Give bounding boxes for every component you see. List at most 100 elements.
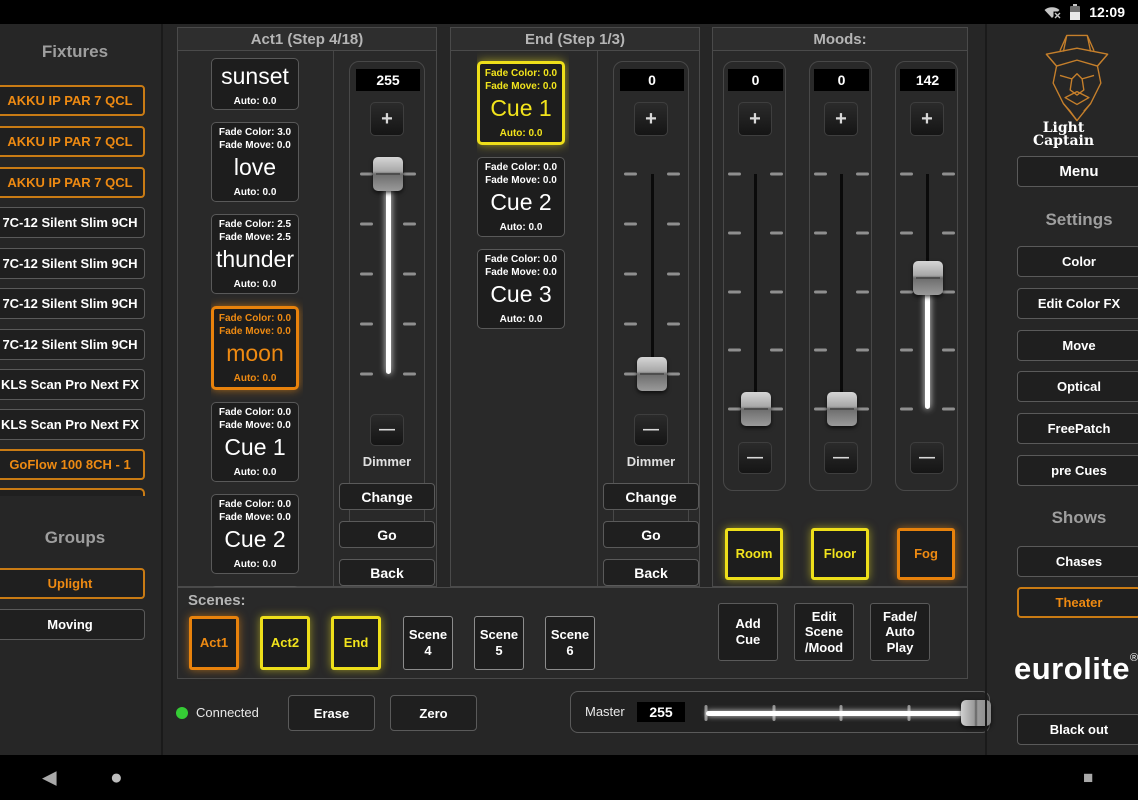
fader-value: 142	[900, 69, 955, 91]
settings-button-pre-cues[interactable]: pre Cues	[1017, 455, 1138, 486]
fixture-button-7c12-3[interactable]: 7C-12 Silent Slim 9CH	[0, 288, 145, 319]
home-icon[interactable]: ●	[110, 766, 123, 790]
cue-name: moon	[226, 341, 284, 366]
fixture-button-7c12-2[interactable]: 7C-12 Silent Slim 9CH	[0, 248, 145, 279]
mood-fader-1: 0 + —	[723, 61, 786, 491]
scenes-panel: Scenes: Act1 Act2 End Scene 4 Scene 5 Sc…	[177, 587, 968, 679]
fixture-button-kls-2[interactable]: KLS Scan Pro Next FX	[0, 409, 145, 440]
moods-panel-title: Moods:	[713, 28, 967, 51]
settings-button-optical[interactable]: Optical	[1017, 371, 1138, 402]
cue-3-end[interactable]: Fade Color: 0.0 Fade Move: 0.0 Cue 3 Aut…	[477, 249, 565, 329]
fader-minus-button[interactable]: —	[634, 414, 668, 446]
fader-plus-button[interactable]: +	[370, 102, 404, 136]
shows-heading: Shows	[1017, 508, 1138, 528]
fader-slider[interactable]	[360, 174, 416, 374]
connection-status-dot	[176, 707, 188, 719]
cue-sunset[interactable]: sunset Auto: 0.0	[211, 58, 299, 110]
fader-minus-button[interactable]: —	[738, 442, 772, 474]
fixture-button-goflow[interactable]: GoFlow 100 8CH - 1	[0, 449, 145, 480]
fader-minus-button[interactable]: —	[910, 442, 944, 474]
master-slider[interactable]	[706, 692, 976, 734]
clock: 12:09	[1089, 4, 1125, 20]
fader-plus-button[interactable]: +	[738, 102, 772, 136]
cue-1-act1[interactable]: Fade Color: 0.0 Fade Move: 0.0 Cue 1 Aut…	[211, 402, 299, 482]
fixture-button-kls-1[interactable]: KLS Scan Pro Next FX	[0, 369, 145, 400]
blackout-button[interactable]: Black out	[1017, 714, 1138, 745]
settings-button-move[interactable]: Move	[1017, 330, 1138, 361]
scene-button-6[interactable]: Scene 6	[545, 616, 595, 670]
cue-2-end[interactable]: Fade Color: 0.0 Fade Move: 0.0 Cue 2 Aut…	[477, 157, 565, 237]
cue-name: sunset	[221, 64, 289, 89]
group-button-moving[interactable]: Moving	[0, 609, 145, 640]
cue-thunder[interactable]: Fade Color: 2.5 Fade Move: 2.5 thunder A…	[211, 214, 299, 294]
mood-button-room[interactable]: Room	[725, 528, 783, 580]
cue-name: Cue 1	[224, 435, 285, 460]
fixture-button-7c12-4[interactable]: 7C-12 Silent Slim 9CH	[0, 329, 145, 360]
scenes-heading: Scenes:	[188, 592, 246, 609]
recents-icon[interactable]: ■	[1083, 768, 1093, 788]
fixture-button-akku-1[interactable]: AKKU IP PAR 7 QCL	[0, 85, 145, 116]
settings-button-color[interactable]: Color	[1017, 246, 1138, 277]
settings-heading: Settings	[1017, 210, 1138, 230]
end-go-button[interactable]: Go	[603, 521, 699, 548]
fader-value: 0	[814, 69, 869, 91]
master-fader: Master 255	[570, 691, 990, 733]
menu-button[interactable]: Menu	[1017, 156, 1138, 187]
end-back-button[interactable]: Back	[603, 559, 699, 586]
edit-scene-mood-button[interactable]: Edit Scene /Mood	[794, 603, 854, 661]
mood-button-fog[interactable]: Fog	[897, 528, 955, 580]
shows-button-theater[interactable]: Theater	[1017, 587, 1138, 618]
add-cue-button[interactable]: Add Cue	[718, 603, 778, 661]
act1-cue-list: sunset Auto: 0.0 Fade Color: 3.0 Fade Mo…	[211, 51, 303, 587]
mood-fader-2: 0 + —	[809, 61, 872, 491]
fixture-button-7c12-1[interactable]: 7C-12 Silent Slim 9CH	[0, 207, 145, 238]
erase-button[interactable]: Erase	[288, 695, 375, 731]
fader-plus-button[interactable]: +	[824, 102, 858, 136]
fixture-button-akku-2[interactable]: AKKU IP PAR 7 QCL	[0, 126, 145, 157]
end-dimmer-fader: 0 + — Dimmer	[613, 61, 689, 533]
fader-slider[interactable]	[900, 174, 955, 409]
settings-button-edit-color-fx[interactable]: Edit Color FX	[1017, 288, 1138, 319]
act1-panel: Act1 (Step 4/18) sunset Auto: 0.0 Fade C…	[177, 27, 437, 587]
scene-button-5[interactable]: Scene 5	[474, 616, 524, 670]
master-label: Master	[585, 704, 625, 719]
cue-name: Cue 1	[490, 96, 551, 121]
fader-slider[interactable]	[814, 174, 869, 409]
cue-name: Cue 2	[224, 527, 285, 552]
fader-value: 0	[620, 69, 684, 91]
fader-plus-button[interactable]: +	[910, 102, 944, 136]
act1-back-button[interactable]: Back	[339, 559, 435, 586]
scene-button-end[interactable]: End	[331, 616, 381, 670]
scene-button-act1[interactable]: Act1	[189, 616, 239, 670]
fixture-button-akku-3[interactable]: AKKU IP PAR 7 QCL	[0, 167, 145, 198]
act1-dimmer-fader: 255 + — Dimmer	[349, 61, 425, 533]
scene-button-act2[interactable]: Act2	[260, 616, 310, 670]
act1-go-button[interactable]: Go	[339, 521, 435, 548]
cue-name: Cue 3	[490, 282, 551, 307]
group-button-uplight[interactable]: Uplight	[0, 568, 145, 599]
fade-auto-play-button[interactable]: Fade/ Auto Play	[870, 603, 930, 661]
cue-name: Cue 2	[490, 190, 551, 215]
fader-minus-button[interactable]: —	[370, 414, 404, 446]
wifi-off-icon	[1043, 5, 1061, 19]
fader-plus-button[interactable]: +	[634, 102, 668, 136]
act1-change-button[interactable]: Change	[339, 483, 435, 510]
scene-button-4[interactable]: Scene 4	[403, 616, 453, 670]
eurolite-logo: eurolite®	[1014, 651, 1138, 687]
fader-slider[interactable]	[728, 174, 783, 409]
shows-button-chases[interactable]: Chases	[1017, 546, 1138, 577]
cue-2-act1[interactable]: Fade Color: 0.0 Fade Move: 0.0 Cue 2 Aut…	[211, 494, 299, 574]
cue-love[interactable]: Fade Color: 3.0 Fade Move: 0.0 love Auto…	[211, 122, 299, 202]
fixture-button-partial[interactable]	[0, 488, 145, 496]
zero-button[interactable]: Zero	[390, 695, 477, 731]
cue-1-end-selected[interactable]: Fade Color: 0.0 Fade Move: 0.0 Cue 1 Aut…	[477, 61, 565, 145]
right-sidebar: Light Captain Menu Settings Color Edit C…	[985, 24, 1138, 755]
fader-minus-button[interactable]: —	[824, 442, 858, 474]
back-icon[interactable]: ◀	[42, 766, 57, 789]
fader-slider[interactable]	[624, 174, 680, 374]
mood-button-floor[interactable]: Floor	[811, 528, 869, 580]
cue-name: love	[234, 155, 276, 180]
cue-moon-selected[interactable]: Fade Color: 0.0 Fade Move: 0.0 moon Auto…	[211, 306, 299, 390]
settings-button-freepatch[interactable]: FreePatch	[1017, 413, 1138, 444]
end-change-button[interactable]: Change	[603, 483, 699, 510]
